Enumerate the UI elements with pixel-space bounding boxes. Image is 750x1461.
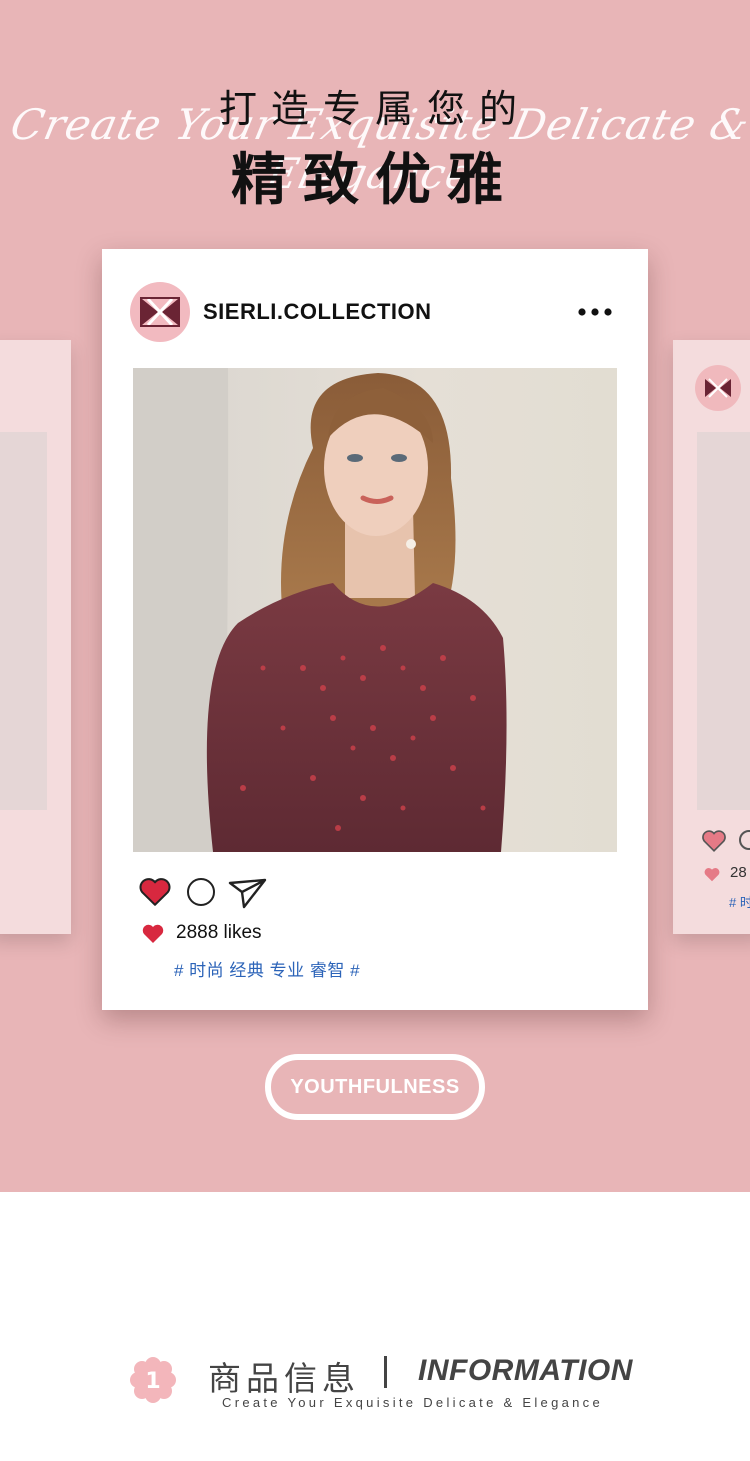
headline-main: 精致优雅 — [231, 148, 519, 213]
post-card: SIERLI.COLLECTION 2888 likes # 时尚 经典 专业 … — [102, 249, 648, 1010]
small-heart-icon — [704, 868, 720, 882]
info-title-cn: 商品信息 — [208, 1359, 360, 1398]
side-card-left-photo — [0, 432, 47, 810]
title-divider — [384, 1356, 387, 1388]
side-card-right-photo — [697, 432, 750, 810]
heart-icon — [702, 830, 726, 852]
headline-top: 打造专属您的 — [218, 87, 531, 131]
info-title-en: INFORMATION — [418, 1354, 633, 1387]
more-horizontal-icon[interactable] — [576, 305, 616, 319]
side-tags-text: # 时 — [729, 895, 750, 910]
likes-count-heart-icon — [142, 924, 164, 943]
side-likes-text: 28 — [730, 864, 747, 881]
likes-count: 2888 likes — [176, 922, 262, 943]
info-subtitle: Create Your Exquisite Delicate & Eleganc… — [222, 1395, 604, 1410]
hashtags[interactable]: # 时尚 经典 专业 睿智 # — [174, 956, 360, 981]
side-card-right: 28 # 时 — [673, 340, 750, 934]
side-card-left — [0, 340, 71, 934]
comment-icon[interactable] — [187, 878, 215, 906]
badge-number: 1 — [145, 1369, 160, 1394]
like-heart-icon[interactable] — [137, 875, 173, 907]
brand-logo-icon — [140, 297, 180, 327]
account-name[interactable]: SIERLI.COLLECTION — [203, 299, 432, 325]
share-send-icon[interactable] — [228, 877, 268, 909]
brand-avatar[interactable] — [130, 282, 190, 342]
post-photo — [133, 368, 617, 852]
youthfulness-button[interactable]: YOUTHFULNESS — [265, 1054, 485, 1120]
flower-number-badge: 1 — [130, 1357, 176, 1403]
side-card-avatar — [695, 365, 741, 411]
comment-icon — [739, 830, 750, 850]
